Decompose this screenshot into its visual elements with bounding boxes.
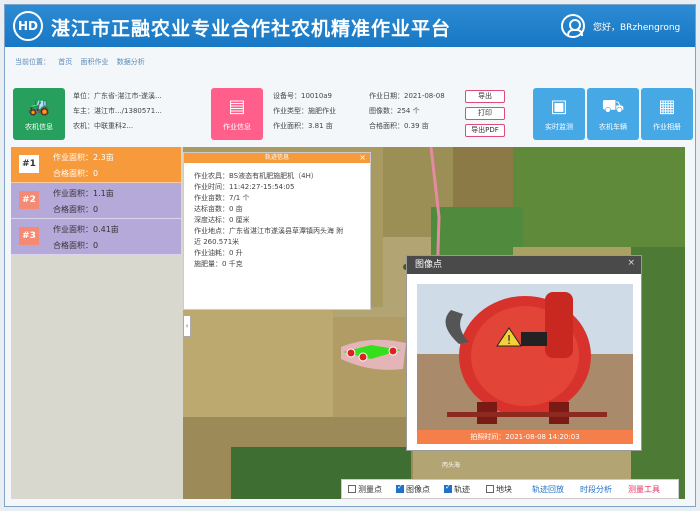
track-info-title: 轨迹信息 xyxy=(184,153,370,163)
user-avatar-icon[interactable] xyxy=(561,14,585,38)
vehicle-button[interactable]: ⛟ 农机车辆 xyxy=(587,88,639,140)
qualified-area: 合格面积：0.39 亩 xyxy=(369,122,429,130)
breadcrumb-prefix: 当前位置： xyxy=(15,58,50,66)
detail-row: 作业油耗：0 升 xyxy=(194,249,243,257)
area-item-1[interactable]: #1 作业面积：2.3亩 合格面积：0 xyxy=(11,147,181,183)
checkbox[interactable] xyxy=(486,485,494,493)
field-toggle[interactable]: 地块 xyxy=(486,484,512,495)
photo-popup: 图像点 × ! 拍照时间：2021-08-08 14:20:03 xyxy=(406,255,642,451)
photo-popup-title: 图像点 xyxy=(407,256,641,274)
measure-tool-link[interactable]: 测量工具 xyxy=(628,484,660,495)
info-strip: 🚜 农机信息 单位：广东省-湛江市-遂溪... 车主：湛江市.../138057… xyxy=(11,85,693,143)
map-place-label: 丙头海 xyxy=(442,462,461,469)
close-icon[interactable]: × xyxy=(627,258,635,268)
breadcrumb-area-work[interactable]: 面积作业 xyxy=(80,58,108,66)
toolbar-label: 测量点 xyxy=(358,485,382,494)
export-button[interactable]: 导出 xyxy=(465,90,505,103)
area-qualified: 合格面积：0 xyxy=(53,205,99,214)
area-index: #2 xyxy=(19,191,39,209)
breadcrumb-analysis[interactable]: 数据分析 xyxy=(117,58,145,66)
task-info-button[interactable]: ▤ 作业信息 xyxy=(211,88,263,140)
detail-row: 深度达标：0 厘米 xyxy=(194,216,250,224)
area-list: #1 作业面积：2.3亩 合格面积：0 #2 作业面积：1.1亩 合格面积：0 … xyxy=(11,147,181,255)
realtime-monitor-button[interactable]: ▣ 实时监测 xyxy=(533,88,585,140)
device-no: 设备号：10010a9 xyxy=(273,92,333,100)
machine-vehicle: 车主：湛江市.../1380571... xyxy=(73,107,162,115)
area-qualified: 合格面积：0 xyxy=(53,241,99,250)
realtime-monitor-label: 实时监测 xyxy=(545,123,573,131)
logo: HD xyxy=(13,11,43,41)
detail-row: 达标亩数：0 亩 xyxy=(194,205,243,213)
work-date: 作业日期：2021-08-08 xyxy=(369,92,445,100)
machine-details: 单位：广东省-湛江市-遂溪... 车主：湛江市.../1380571... 农机… xyxy=(73,89,162,134)
print-button[interactable]: 打印 xyxy=(465,107,505,120)
checkbox[interactable] xyxy=(348,485,356,493)
area-item-2[interactable]: #2 作业面积：1.1亩 合格面积：0 xyxy=(11,183,181,219)
task-details-1: 设备号：10010a9 作业类型：施肥作业 作业面积：3.81 亩 xyxy=(273,89,336,134)
track-toggle[interactable]: 轨迹 xyxy=(444,483,470,495)
collapse-panel-handle[interactable]: ‹ xyxy=(183,315,191,337)
task-info-label: 作业信息 xyxy=(223,123,251,131)
header-bar: HD 湛江市正融农业专业合作社农机精准作业平台 您好，BRzhengrong xyxy=(5,5,695,47)
app-title: 湛江市正融农业专业合作社农机精准作业平台 xyxy=(51,18,452,40)
machine-photo: ! xyxy=(417,284,633,430)
album-label: 作业相册 xyxy=(653,123,681,131)
checkbox-checked[interactable] xyxy=(444,483,452,493)
tank-sprayer-image: ! xyxy=(417,284,633,430)
detail-row: 作业亩数：7/1 个 xyxy=(194,194,250,202)
toolbar-label: 轨迹 xyxy=(454,485,470,494)
vehicle-icon: ⛟ xyxy=(601,96,625,117)
area-qualified: 合格面积：0 xyxy=(53,169,99,178)
breadcrumb-home[interactable]: 首页 xyxy=(58,58,72,66)
close-icon[interactable]: × xyxy=(359,153,366,162)
machine-unit: 单位：广东省-湛江市-遂溪... xyxy=(73,92,162,100)
task-details-2: 作业日期：2021-08-08 图像数：254 个 合格面积：0.39 亩 xyxy=(369,89,445,134)
tractor-icon: 🚜 xyxy=(27,96,51,117)
machine-info-label: 农机信息 xyxy=(25,123,53,131)
toolbar-label: 地块 xyxy=(496,485,512,494)
document-icon: ▤ xyxy=(228,96,246,117)
svg-text:!: ! xyxy=(507,333,512,347)
track-playback-link[interactable]: 轨迹回放 xyxy=(532,484,564,495)
monitor-icon: ▣ xyxy=(550,96,568,117)
map-toolbar: 测量点 图像点 轨迹 地块 轨迹回放 时段分析 测量工具 xyxy=(341,479,679,499)
machine-implement: 农机：中联重科2... xyxy=(73,122,134,130)
photo-count: 图像数：254 个 xyxy=(369,107,420,115)
detail-row: 作业农具：BS液态有机肥施肥机（4H） xyxy=(194,172,318,180)
toolbar-label: 图像点 xyxy=(406,485,430,494)
measure-points-toggle[interactable]: 测量点 xyxy=(348,484,382,495)
photo-timestamp: 拍照时间：2021-08-08 14:20:03 xyxy=(417,430,633,444)
track-info-popup: 轨迹信息 × 作业农具：BS液态有机肥施肥机（4H） 作业时间：11:42:27… xyxy=(183,152,371,310)
detail-row: 近 260.571米 xyxy=(194,238,240,246)
work-type: 作业类型：施肥作业 xyxy=(273,107,336,115)
user-greeting[interactable]: 您好，BRzhengrong xyxy=(593,20,680,33)
checkbox-checked[interactable] xyxy=(396,483,404,493)
area-work: 作业面积：1.1亩 xyxy=(53,189,114,198)
app-window: HD 湛江市正融农业专业合作社农机精准作业平台 您好，BRzhengrong 当… xyxy=(4,4,696,507)
area-index: #1 xyxy=(19,155,39,173)
export-pdf-button[interactable]: 导出PDF xyxy=(465,124,505,137)
vehicle-label: 农机车辆 xyxy=(599,123,627,131)
image-points-toggle[interactable]: 图像点 xyxy=(396,483,430,495)
work-area: 作业面积：3.81 亩 xyxy=(273,122,333,130)
area-index: #3 xyxy=(19,227,39,245)
time-analysis-link[interactable]: 时段分析 xyxy=(580,484,612,495)
area-item-3[interactable]: #3 作业面积：0.41亩 合格面积：0 xyxy=(11,219,181,255)
detail-row: 作业时间：11:42:27-15:54:05 xyxy=(194,183,295,191)
breadcrumb: 当前位置： 首页 面积作业 数据分析 xyxy=(15,57,151,67)
machine-info-button[interactable]: 🚜 农机信息 xyxy=(13,88,65,140)
area-work: 作业面积：0.41亩 xyxy=(53,225,119,234)
detail-row: 作业地点：广东省湛江市遂溪县草潭镇丙头海 附 xyxy=(194,227,344,235)
area-work: 作业面积：2.3亩 xyxy=(53,153,114,162)
album-button[interactable]: ▦ 作业相册 xyxy=(641,88,693,140)
detail-row: 施肥量：0 千克 xyxy=(194,260,243,268)
album-icon: ▦ xyxy=(658,96,676,117)
